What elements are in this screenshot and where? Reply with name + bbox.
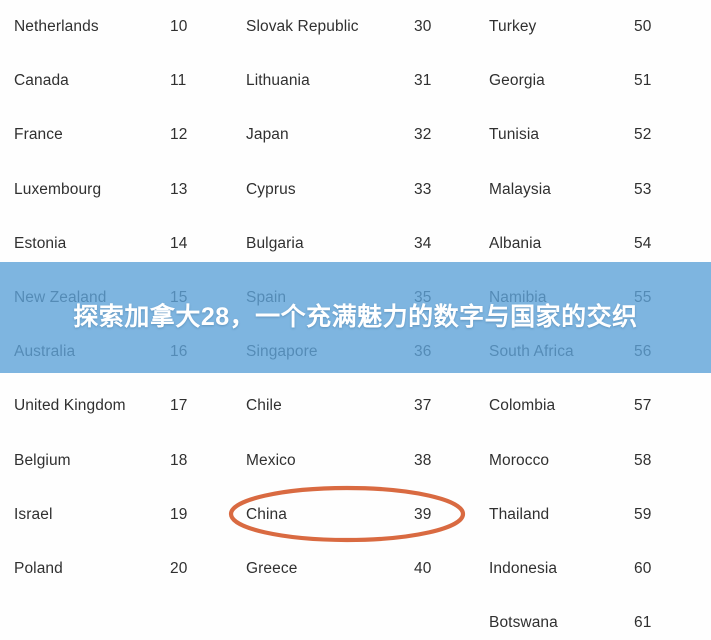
cell-rank-col1: 10 <box>170 18 188 35</box>
table-row: Belgium 18 Mexico 38 Morocco 58 <box>0 434 711 488</box>
cell-country-col3: Tunisia <box>489 126 540 144</box>
cell-country-col2: China <box>246 505 287 523</box>
cell-rank-col1 <box>170 596 210 640</box>
cell-rank-col1: 20 <box>170 559 188 577</box>
cell-rank-col2: 39 <box>414 505 432 523</box>
cell-country-col3: Morocco <box>489 451 550 469</box>
cell-country-col1: Canada <box>14 72 69 90</box>
cell-rank-col1: 11 <box>170 72 187 90</box>
cell-country-col3: Indonesia <box>489 559 558 577</box>
cell-country-col2 <box>246 596 406 640</box>
cell-rank-col3: 57 <box>634 397 652 415</box>
cell-country-col2: Lithuania <box>246 72 310 90</box>
cell-country-col1: Luxembourg <box>14 180 102 198</box>
cell-country-col3: Georgia <box>489 72 545 90</box>
cell-rank-col1: 17 <box>170 397 188 415</box>
cell-country-col2: Chile <box>246 397 282 415</box>
promo-banner-title: 探索加拿大28，一个充满魅力的数字与国家的交织 <box>73 303 638 332</box>
cell-rank-col2: 38 <box>414 451 432 469</box>
cell-rank-col3: 59 <box>634 505 652 523</box>
cell-rank-col2 <box>414 596 454 640</box>
cell-rank-col2: 33 <box>414 180 432 198</box>
cell-country-col3: Thailand <box>489 505 550 523</box>
cell-rank-col3: 60 <box>634 559 652 577</box>
table-row: United Kingdom 17 Chile 37 Colombia 57 <box>0 379 711 433</box>
cell-country-col2: Cyprus <box>246 180 296 198</box>
cell-rank-col2: 30 <box>414 18 432 35</box>
cell-country-col2: Slovak Republic <box>246 18 359 35</box>
cell-country-col2: Greece <box>246 559 298 577</box>
cell-country-col3: Malaysia <box>489 180 551 198</box>
cell-rank-col2: 32 <box>414 126 432 144</box>
cell-rank-col1: 19 <box>170 505 188 523</box>
cell-country-col2: Mexico <box>246 451 296 469</box>
cell-country-col1: France <box>14 126 63 144</box>
cell-country-col1: United Kingdom <box>14 397 126 415</box>
cell-country-col3: Botswana <box>489 614 558 632</box>
cell-country-col3: Turkey <box>489 18 537 35</box>
table-row: Netherlands 10 Slovak Republic 30 Turkey 50 <box>0 0 711 54</box>
cell-country-col1: Netherlands <box>14 18 99 35</box>
cell-rank-col3: 53 <box>634 180 652 198</box>
cell-rank-col3: 51 <box>634 72 652 90</box>
cell-rank-col1: 12 <box>170 126 188 144</box>
cell-rank-col1: 18 <box>170 451 188 469</box>
cell-country-col1: Poland <box>14 559 63 577</box>
table-row: Botswana 61 <box>0 596 711 640</box>
cell-rank-col3: 58 <box>634 451 652 469</box>
cell-country-col1: Belgium <box>14 451 71 469</box>
table-row: Canada 11 Lithuania 31 Georgia 51 <box>0 54 711 108</box>
cell-rank-col3: 50 <box>634 18 652 35</box>
table-row: Israel 19 China 39 Thailand 59 <box>0 488 711 542</box>
page-root: Netherlands 10 Slovak Republic 30 Turkey 50 Ca… <box>0 0 711 640</box>
promo-banner-overlay[interactable]: 探索加拿大28，一个充满魅力的数字与国家的交织 <box>0 262 711 373</box>
cell-rank-col2: 37 <box>414 397 432 415</box>
cell-rank-col3: 52 <box>634 126 652 144</box>
table-row: Poland 20 Greece 40 Indonesia 60 <box>0 542 711 596</box>
cell-country-col1 <box>14 596 164 640</box>
cell-country-col1: Israel <box>14 505 53 523</box>
cell-rank-col2: 40 <box>414 559 432 577</box>
table-row: Luxembourg 13 Cyprus 33 Malaysia 53 <box>0 163 711 217</box>
cell-rank-col2: 31 <box>414 72 432 90</box>
cell-country-col3: Colombia <box>489 397 556 415</box>
cell-rank-col3: 61 <box>634 614 652 632</box>
cell-rank-col1: 13 <box>170 180 188 198</box>
table-row: France 12 Japan 32 Tunisia 52 <box>0 108 711 162</box>
cell-country-col2: Japan <box>246 126 289 144</box>
